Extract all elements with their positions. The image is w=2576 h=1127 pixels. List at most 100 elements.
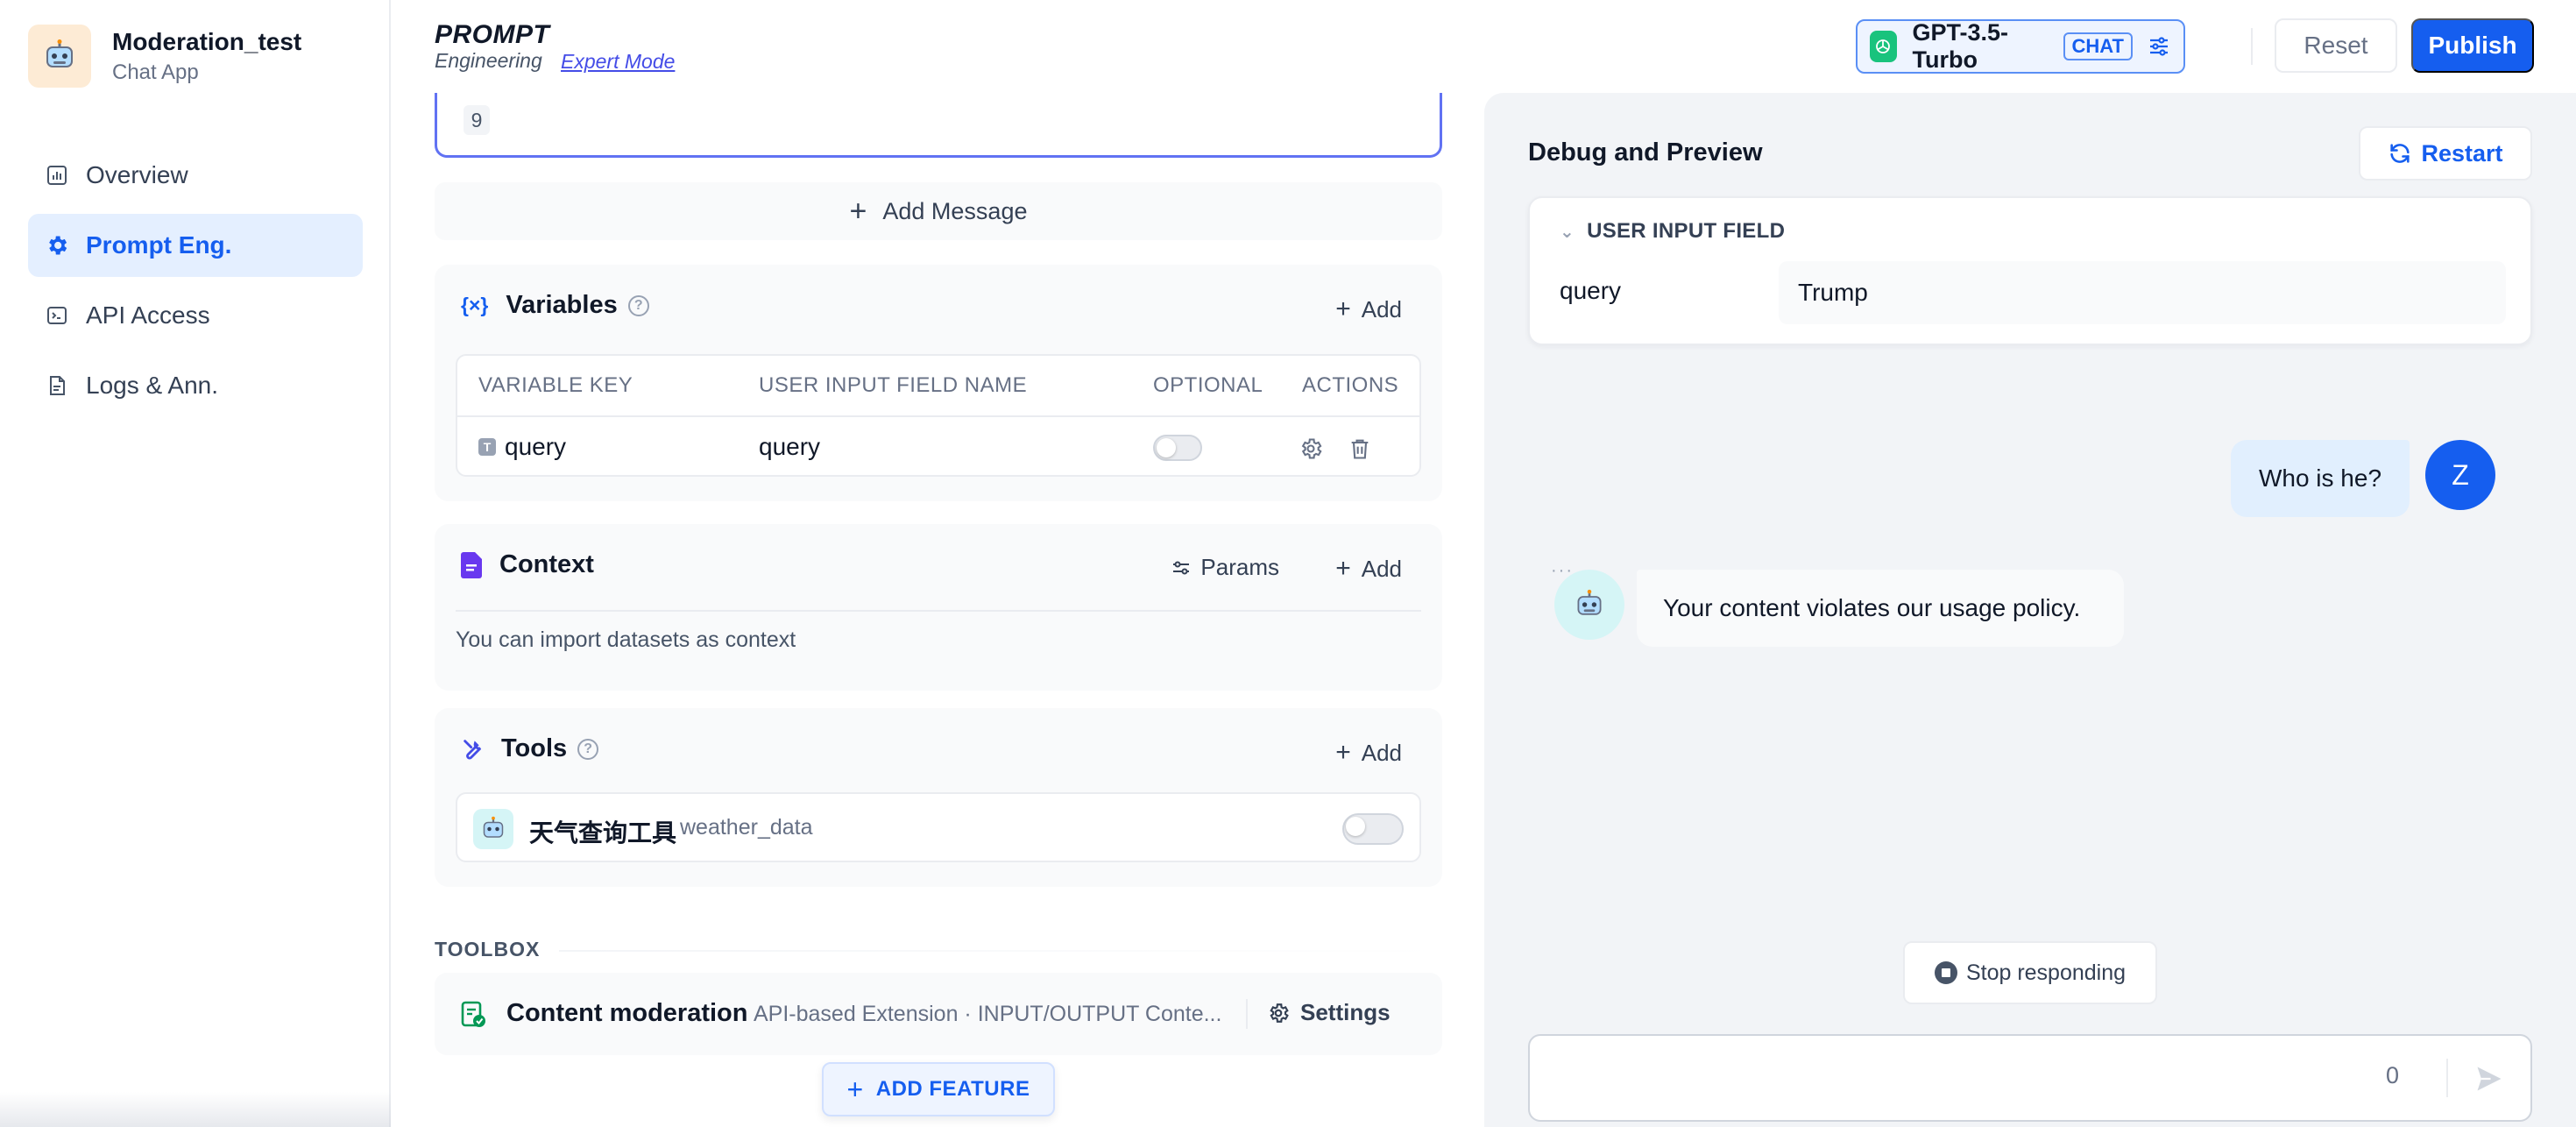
plus-icon: + [1335,738,1351,767]
table-divider [457,415,1419,417]
variables-table: VARIABLE KEY USER INPUT FIELD NAME OPTIO… [456,354,1421,477]
gear-icon[interactable] [1299,436,1323,465]
prompt-message-editor[interactable]: 9 [435,93,1442,158]
variable-key-cell[interactable]: Tquery [478,417,566,477]
moderation-title: Content moderation [506,999,748,1027]
toolbox-divider [559,950,1442,952]
variable-key: query [505,433,567,460]
restart-button[interactable]: Restart [2359,126,2532,181]
robot-icon [473,809,513,849]
user-message: Who is he? [2231,440,2410,517]
help-icon[interactable]: ? [627,294,649,316]
terminal-icon [44,302,70,329]
app-name: Moderation_test [112,28,302,55]
typing-indicator-icon: ··· [1551,561,1574,580]
sidebar-item-label: Overview [86,161,188,188]
sidebar: Moderation_test Chat App Overview Prompt… [0,0,391,1127]
gear-icon [44,232,70,259]
model-mode-badge: CHAT [2063,32,2133,60]
moderation-settings-button[interactable]: Settings [1267,999,1391,1026]
context-divider [456,610,1421,612]
sidebar-item-label: API Access [86,301,210,329]
params-label: Params [1200,554,1279,580]
publish-button[interactable]: Publish [2411,18,2534,73]
model-name: GPT-3.5-Turbo [1912,19,2009,73]
sidebar-item-logs[interactable]: Logs & Ann. [28,354,363,417]
input-divider [2446,1059,2448,1097]
send-icon[interactable] [2467,1057,2511,1101]
context-title: Context [499,550,594,578]
sidebar-item-prompt-eng[interactable]: Prompt Eng. [28,214,363,277]
header-divider [2251,28,2253,65]
sidebar-item-api-access[interactable]: API Access [28,284,363,347]
assistant-message: Your content violates our usage policy. [1637,570,2124,647]
stop-label: Stop responding [1965,960,2127,985]
page-subtitle: Engineering [435,49,542,72]
help-icon[interactable]: ? [577,738,599,760]
tool-item[interactable]: 天气查询工具 weather_data [456,792,1421,862]
add-feature-button[interactable]: + ADD FEATURE [822,1062,1055,1116]
variables-title: Variables [506,291,618,319]
params-button[interactable]: Params [1171,554,1279,581]
add-tool-button[interactable]: + Add [1335,738,1402,768]
column-header: OPTIONAL [1153,373,1263,397]
refresh-icon [2388,141,2412,166]
text-type-icon: T [478,437,496,456]
sidebar-item-overview[interactable]: Overview [28,144,363,207]
tools-card: Tools ? + Add 天气查询工具 weather_data [435,708,1442,887]
app-header[interactable]: Moderation_test Chat App [28,25,301,88]
tool-name: 天气查询工具 [529,819,677,847]
gear-icon [1267,1002,1290,1024]
moderation-divider [1246,999,1248,1029]
column-header: VARIABLE KEY [478,373,633,397]
stop-responding-button[interactable]: Stop responding [1903,941,2157,1004]
plus-icon: + [1335,554,1351,583]
document-icon [44,372,70,399]
openai-icon [1870,31,1897,62]
char-count: 0 [2385,1062,2399,1088]
plus-icon: + [849,194,867,228]
add-label: Add [1361,555,1402,582]
add-variable-button[interactable]: + Add [1335,294,1402,324]
sidebar-fade [0,1092,391,1127]
add-label: Add [1361,739,1402,766]
debug-title: Debug and Preview [1528,138,1763,167]
tool-id: weather_data [680,815,813,840]
column-header: ACTIONS [1302,373,1399,397]
tools-title: Tools [501,734,568,762]
optional-toggle[interactable] [1153,435,1202,461]
tool-toggle[interactable] [1342,813,1404,845]
chart-bar-icon [44,162,70,188]
sidebar-item-label: Prompt Eng. [86,231,232,259]
sidebar-item-label: Logs & Ann. [86,372,219,399]
stop-icon [1934,961,1957,984]
add-message-button[interactable]: + Add Message [435,182,1442,240]
reset-button[interactable]: Reset [2275,18,2397,73]
input-key-label: query [1560,277,1622,304]
line-number: 9 [464,105,490,135]
chevron-down-icon: ⌄ [1560,222,1575,242]
variables-card: {×} Variables ? + Add VARIABLE KEY USER … [435,265,1442,501]
field-name-cell[interactable]: query [759,417,820,477]
model-selector-button[interactable]: GPT-3.5-Turbo CHAT [1856,19,2185,74]
context-card: Context Params + Add You can import data… [435,524,1442,691]
query-input[interactable]: Trump [1779,261,2506,324]
variable-brackets-icon: {×} [461,294,489,316]
user-input-field-toggle[interactable]: ⌄ USER INPUT FIELD [1560,219,1785,244]
page-title: PROMPT [435,20,550,49]
file-icon [461,551,484,578]
expert-mode-link[interactable]: Expert Mode [561,50,675,73]
content-moderation-card: Content moderation API-based Extension ·… [435,973,1442,1055]
plus-icon: + [1335,294,1351,323]
user-input-field-card: ⌄ USER INPUT FIELD query Trump [1528,196,2532,345]
add-feature-label: ADD FEATURE [875,1077,1030,1101]
plus-icon: + [846,1073,864,1105]
debug-preview-panel: Debug and Preview Restart ⌄ USER INPUT F… [1484,93,2576,1127]
top-bar: PROMPT Engineering Expert Mode GPT-3.5-T… [393,0,2576,93]
add-message-label: Add Message [882,197,1028,224]
sliders-icon [2147,33,2171,60]
sliders-icon [1171,557,1192,578]
add-context-button[interactable]: + Add [1335,554,1402,584]
trash-icon[interactable] [1348,436,1372,465]
chat-input[interactable]: 0 [1528,1034,2532,1122]
